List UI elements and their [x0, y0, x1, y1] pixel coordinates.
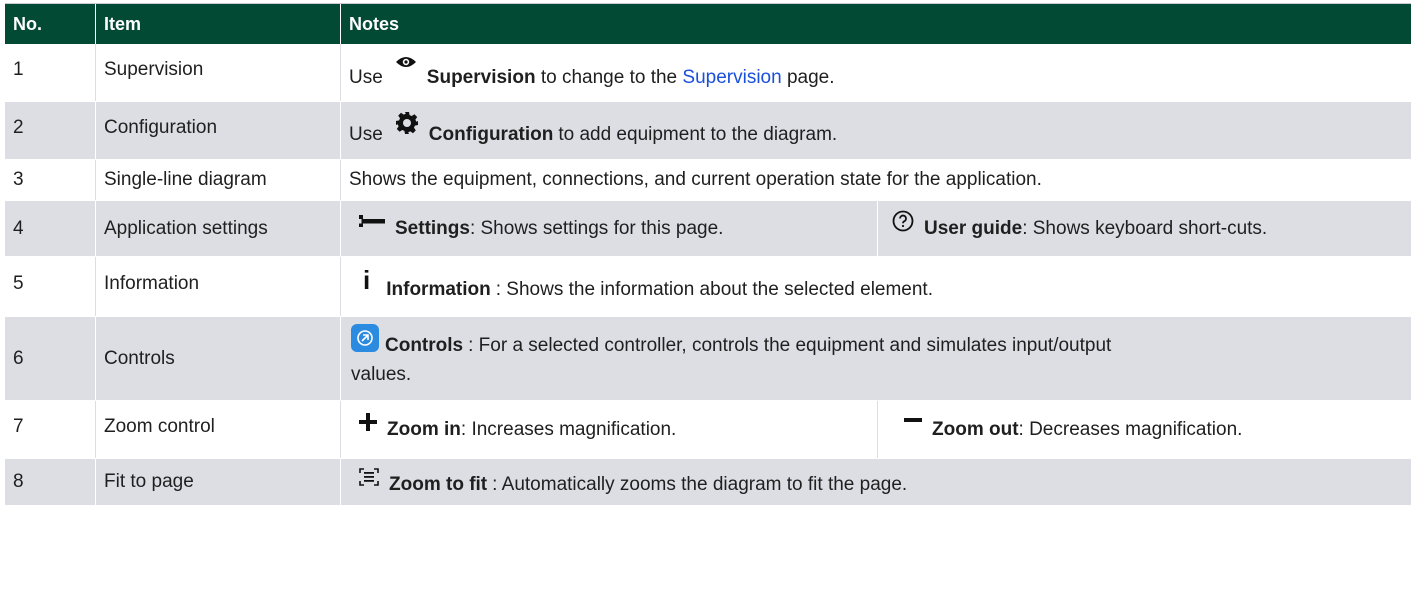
- note-text: : Shows the information about the select…: [495, 278, 933, 300]
- zoom-to-fit-icon: [359, 468, 379, 486]
- gear-icon: [395, 111, 419, 135]
- row-no: 5: [5, 257, 96, 316]
- table-row: 3 Single-line diagram Shows the equipmen…: [5, 160, 1411, 201]
- zoom-out-note: Zoom out : Decreases magnification.: [878, 401, 1411, 458]
- note-text: page.: [781, 67, 835, 88]
- row-no: 1: [5, 44, 96, 101]
- note-bold: Information: [386, 278, 491, 300]
- note-bold: Supervision: [426, 67, 536, 88]
- table-row: 5 Information i Information : Shows the …: [5, 257, 1411, 317]
- row-item: Controls: [96, 317, 341, 400]
- note-text: Use: [349, 124, 383, 145]
- note-bold: User guide: [924, 217, 1023, 239]
- row-no: 4: [5, 201, 96, 256]
- info-icon: i: [363, 265, 371, 295]
- note-text: to add equipment to the diagram.: [558, 124, 838, 145]
- header-item: Item: [96, 4, 341, 44]
- wrench-icon: [359, 214, 385, 227]
- table-row: 7 Zoom control Zoom in : Increases magni…: [5, 401, 1411, 459]
- row-notes: Shows the equipment, connections, and cu…: [341, 160, 1411, 200]
- row-item: Information: [96, 257, 341, 316]
- note-text: : Automatically zooms the diagram to fit…: [492, 474, 908, 495]
- table-header: No. Item Notes: [5, 4, 1411, 44]
- note-bold: Zoom out: [932, 418, 1019, 440]
- table-row: 6 Controls Controls : For a selected con…: [5, 317, 1411, 401]
- row-no: 6: [5, 317, 96, 400]
- row-item: Configuration: [96, 102, 341, 159]
- note-text: to change to the: [535, 67, 683, 88]
- note-bold: Settings: [395, 217, 470, 239]
- note-text: : Increases magnification.: [460, 418, 677, 440]
- row-notes: Use Supervision to change to the Supervi…: [341, 44, 1411, 101]
- note-bold: Controls: [385, 334, 464, 356]
- note-bold: Configuration: [428, 124, 554, 145]
- note-text: : Decreases magnification.: [1018, 418, 1243, 440]
- row-notes: i Information : Shows the information ab…: [341, 257, 1411, 316]
- note-text: Shows the equipment, connections, and cu…: [349, 169, 1042, 190]
- table-row: 8 Fit to page Zoom to fit : Automaticall…: [5, 459, 1411, 506]
- row-no: 8: [5, 459, 96, 505]
- row-notes: Zoom in : Increases magnification. Zoom …: [341, 401, 1411, 458]
- help-circle-icon: [892, 210, 914, 232]
- supervision-link[interactable]: Supervision: [682, 67, 781, 89]
- row-item: Fit to page: [96, 459, 341, 505]
- plus-icon: [359, 412, 377, 431]
- zoom-in-note: Zoom in : Increases magnification.: [341, 401, 878, 458]
- eye-icon: [395, 55, 417, 69]
- items-table: No. Item Notes 1 Supervision Use Supervi…: [5, 3, 1411, 506]
- row-notes: Settings : Shows settings for this page.…: [341, 201, 1411, 256]
- row-item: Application settings: [96, 201, 341, 256]
- row-no: 7: [5, 401, 96, 458]
- row-no: 2: [5, 102, 96, 159]
- row-notes: Controls : For a selected controller, co…: [341, 317, 1411, 400]
- table-row: 4 Application settings Settings : Shows …: [5, 201, 1411, 257]
- controls-icon: [351, 323, 379, 352]
- note-text: : Shows settings for this page.: [469, 217, 724, 239]
- row-notes: Use Configuration to add equipment to th…: [341, 102, 1411, 159]
- row-notes: Zoom to fit : Automatically zooms the di…: [341, 459, 1411, 505]
- note-bold: Zoom to fit: [389, 474, 488, 495]
- minus-icon: [904, 417, 922, 422]
- user-guide-note: User guide : Shows keyboard short-cuts.: [878, 201, 1411, 256]
- note-text: : Shows keyboard short-cuts.: [1022, 217, 1268, 239]
- note-bold: Zoom in: [387, 418, 461, 440]
- settings-note: Settings : Shows settings for this page.: [341, 201, 878, 256]
- table-row: 2 Configuration Use Configuration to add…: [5, 102, 1411, 160]
- note-text: values.: [351, 363, 412, 385]
- row-item: Supervision: [96, 44, 341, 101]
- header-no: No.: [5, 4, 96, 44]
- note-text: : For a selected controller, controls th…: [468, 334, 1112, 356]
- header-notes: Notes: [349, 13, 400, 34]
- row-item: Zoom control: [96, 401, 341, 458]
- row-item: Single-line diagram: [96, 160, 341, 200]
- table-row: 1 Supervision Use Supervision to change …: [5, 44, 1411, 102]
- note-text: Use: [349, 67, 383, 88]
- row-no: 3: [5, 160, 96, 200]
